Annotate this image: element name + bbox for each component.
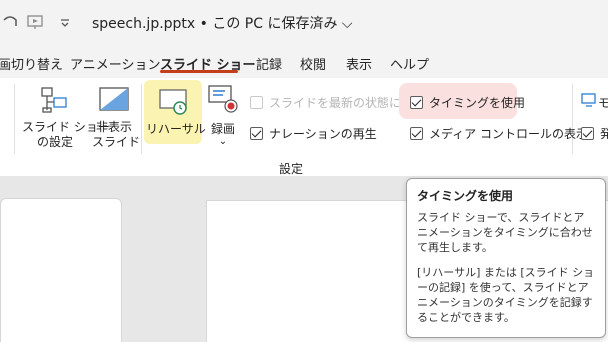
monitor-label-cut: モ: [598, 96, 608, 110]
tab-view[interactable]: 表示: [346, 54, 372, 73]
ribbon-separator: [14, 84, 15, 154]
checkbox-icon: [581, 127, 594, 140]
hide-slide-label-1: 非表示: [95, 120, 132, 134]
presenter-view-label-cut: 発: [600, 127, 608, 141]
ribbon-separator: [141, 84, 142, 154]
use-timings-label: タイミングを使用: [429, 96, 526, 110]
title-bar: speech.jp.pptx • この PC に保存済み ⌵: [0, 0, 608, 44]
group-label-setup: 設定: [279, 162, 304, 176]
document-title[interactable]: speech.jp.pptx • この PC に保存済み ⌵: [92, 13, 353, 33]
show-media-controls-label: メディア コントロールの表示: [429, 127, 588, 141]
use-timings-checkbox[interactable]: タイミングを使用: [410, 94, 525, 111]
slide-thumbnail-pane[interactable]: [0, 198, 122, 342]
hide-slide-button[interactable]: 非表示 スライド: [92, 120, 141, 150]
tab-help[interactable]: ヘルプ: [390, 54, 429, 73]
present-from-start-icon[interactable]: [25, 12, 45, 32]
hide-slide-icon: [99, 87, 129, 111]
play-narrations-checkbox[interactable]: ナレーションの再生: [250, 125, 377, 142]
checkbox-icon: [250, 96, 263, 109]
tab-animations[interactable]: アニメーション: [70, 54, 160, 73]
undo-icon[interactable]: [0, 12, 20, 32]
monitor-icon: [581, 93, 596, 107]
active-tab-indicator: [160, 70, 238, 73]
customize-qat-icon[interactable]: [55, 12, 75, 32]
tab-transitions[interactable]: 画切り替え: [0, 54, 63, 73]
tooltip-title: タイミングを使用: [417, 189, 514, 203]
use-timings-tooltip: タイミングを使用 スライド ショーで、スライドとアニメーションをタイミングに合わ…: [406, 178, 606, 338]
ribbon-separator: [572, 84, 573, 154]
ribbon-tabs: 画切り替え アニメーション スライド ショー 記録 校閲 表示 ヘルプ: [0, 44, 608, 76]
record-icon: [208, 85, 238, 113]
tooltip-paragraph-1: スライド ショーで、スライドとアニメーションをタイミングに合わせて再生します。: [417, 211, 593, 254]
checkbox-icon: [410, 127, 423, 140]
presenter-view-checkbox[interactable]: 発: [581, 125, 608, 142]
setup-slideshow-button[interactable]: スライド ショー の設定: [22, 120, 110, 150]
tab-record[interactable]: 記録: [256, 54, 282, 73]
checkbox-icon: [410, 96, 423, 109]
hide-slide-label-2: スライド: [92, 135, 141, 149]
setup-slideshow-label-1: スライド ショー: [22, 120, 110, 134]
tab-review[interactable]: 校閲: [300, 54, 326, 73]
tooltip-paragraph-2: [リハーサル] または [スライド ショーの記録] を使って、スライドとアニメー…: [417, 266, 595, 324]
record-button[interactable]: 録画 ⌄: [206, 122, 240, 147]
record-label: 録画: [210, 122, 235, 136]
setup-slideshow-label-2: の設定: [36, 135, 73, 149]
checkbox-icon: [250, 127, 263, 140]
show-media-controls-checkbox[interactable]: メディア コントロールの表示: [410, 125, 588, 142]
setup-slideshow-icon: [41, 87, 67, 113]
record-dropdown-icon[interactable]: ⌄: [206, 137, 240, 147]
play-narrations-label: ナレーションの再生: [269, 127, 377, 141]
rehearse-button[interactable]: リハーサル: [146, 122, 206, 137]
rehearse-timings-icon: [159, 89, 187, 115]
